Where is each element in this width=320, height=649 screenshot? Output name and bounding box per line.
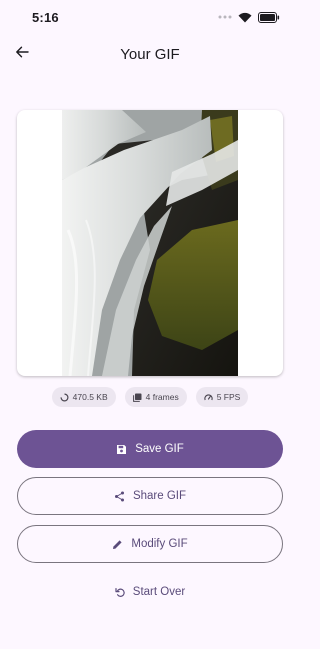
battery-icon: [258, 11, 280, 23]
frames-icon: [132, 393, 142, 402]
fps-chip: 5 FPS: [195, 387, 249, 407]
restart-icon: [115, 587, 126, 598]
fps-label: 5 FPS: [216, 392, 241, 402]
file-size-chip: 470.5 KB: [51, 387, 116, 407]
gif-info-chips: 470.5 KB 4 frames 5 FPS: [0, 387, 300, 409]
speed-icon: [204, 393, 213, 402]
signal-dots-icon: [218, 14, 232, 20]
save-gif-label: Save GIF: [135, 443, 184, 455]
modify-gif-label: Modify GIF: [131, 538, 188, 550]
save-gif-button[interactable]: Save GIF: [17, 430, 283, 468]
gif-preview-card: [17, 110, 283, 376]
status-icons: [218, 11, 280, 23]
file-size-label: 470.5 KB: [72, 392, 108, 402]
page-title: Your GIF: [120, 45, 180, 63]
gif-preview-image: [62, 110, 238, 376]
frame-count-chip: 4 frames: [124, 387, 187, 407]
edit-icon: [112, 539, 123, 550]
progress-circle-icon: [60, 392, 69, 402]
app-bar: Your GIF: [0, 34, 300, 74]
start-over-label: Start Over: [132, 586, 186, 598]
wifi-icon: [238, 12, 252, 23]
share-gif-label: Share GIF: [132, 490, 187, 502]
save-icon: [116, 444, 127, 455]
share-gif-button[interactable]: Share GIF: [17, 477, 283, 515]
arrow-left-icon: [15, 45, 29, 64]
status-bar: 5:16: [0, 0, 300, 34]
frame-count-label: 4 frames: [145, 392, 179, 402]
modify-gif-button[interactable]: Modify GIF: [17, 525, 283, 563]
share-icon: [114, 491, 125, 502]
status-time: 5:16: [32, 9, 59, 25]
start-over-button[interactable]: Start Over: [80, 578, 220, 606]
back-button[interactable]: [8, 40, 36, 68]
